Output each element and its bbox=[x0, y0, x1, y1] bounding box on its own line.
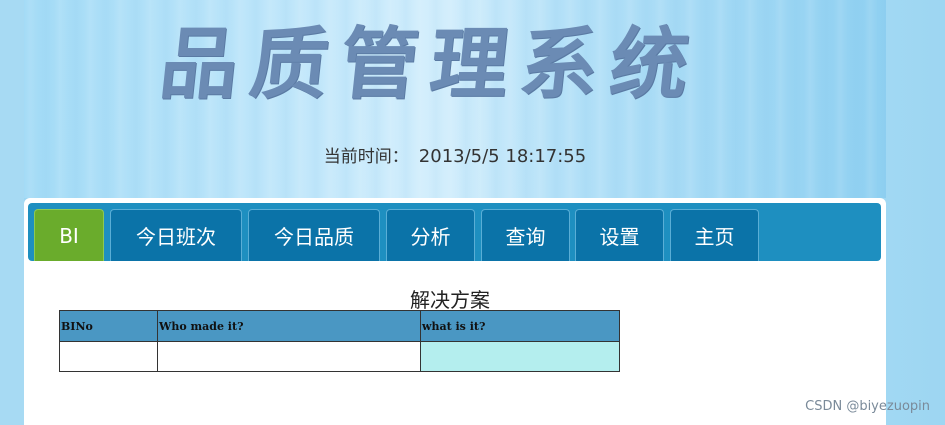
tab-today-quality[interactable]: 今日品质 bbox=[248, 209, 380, 261]
cell-who-made-it[interactable] bbox=[157, 341, 421, 372]
cell-bino[interactable] bbox=[59, 341, 158, 372]
table-header-row: BINo Who made it? what is it? bbox=[59, 310, 620, 342]
content-panel: BI 今日班次 今日品质 分析 查询 设置 主页 解决方案 BINo Who m… bbox=[24, 198, 886, 425]
app-title: 品质管理系统 bbox=[155, 19, 706, 110]
current-time-label: 当前时间： bbox=[323, 147, 409, 167]
header-banner: 品质管理系统 当前时间： 2013/5/5 18:17:55 bbox=[24, 0, 886, 198]
solution-table: BINo Who made it? what is it? bbox=[59, 310, 620, 372]
column-header-who-made-it: Who made it? bbox=[157, 310, 421, 342]
tab-today-shift[interactable]: 今日班次 bbox=[110, 209, 242, 261]
tab-query[interactable]: 查询 bbox=[481, 209, 570, 261]
solution-title: 解决方案 bbox=[410, 288, 490, 312]
tab-bi[interactable]: BI bbox=[34, 209, 104, 261]
column-header-what-is-it: what is it? bbox=[420, 310, 620, 342]
table-row bbox=[59, 341, 620, 372]
current-time-value: 2013/5/5 18:17:55 bbox=[418, 146, 587, 167]
watermark: CSDN @biyezuopin bbox=[805, 399, 930, 414]
current-time: 当前时间： 2013/5/5 18:17:55 bbox=[24, 142, 886, 167]
tab-analysis[interactable]: 分析 bbox=[386, 209, 475, 261]
tab-settings[interactable]: 设置 bbox=[575, 209, 664, 261]
cell-what-is-it[interactable] bbox=[420, 341, 620, 372]
column-header-bino: BINo bbox=[59, 310, 158, 342]
tab-home[interactable]: 主页 bbox=[670, 209, 759, 261]
main-nav: BI 今日班次 今日品质 分析 查询 设置 主页 bbox=[28, 203, 881, 261]
